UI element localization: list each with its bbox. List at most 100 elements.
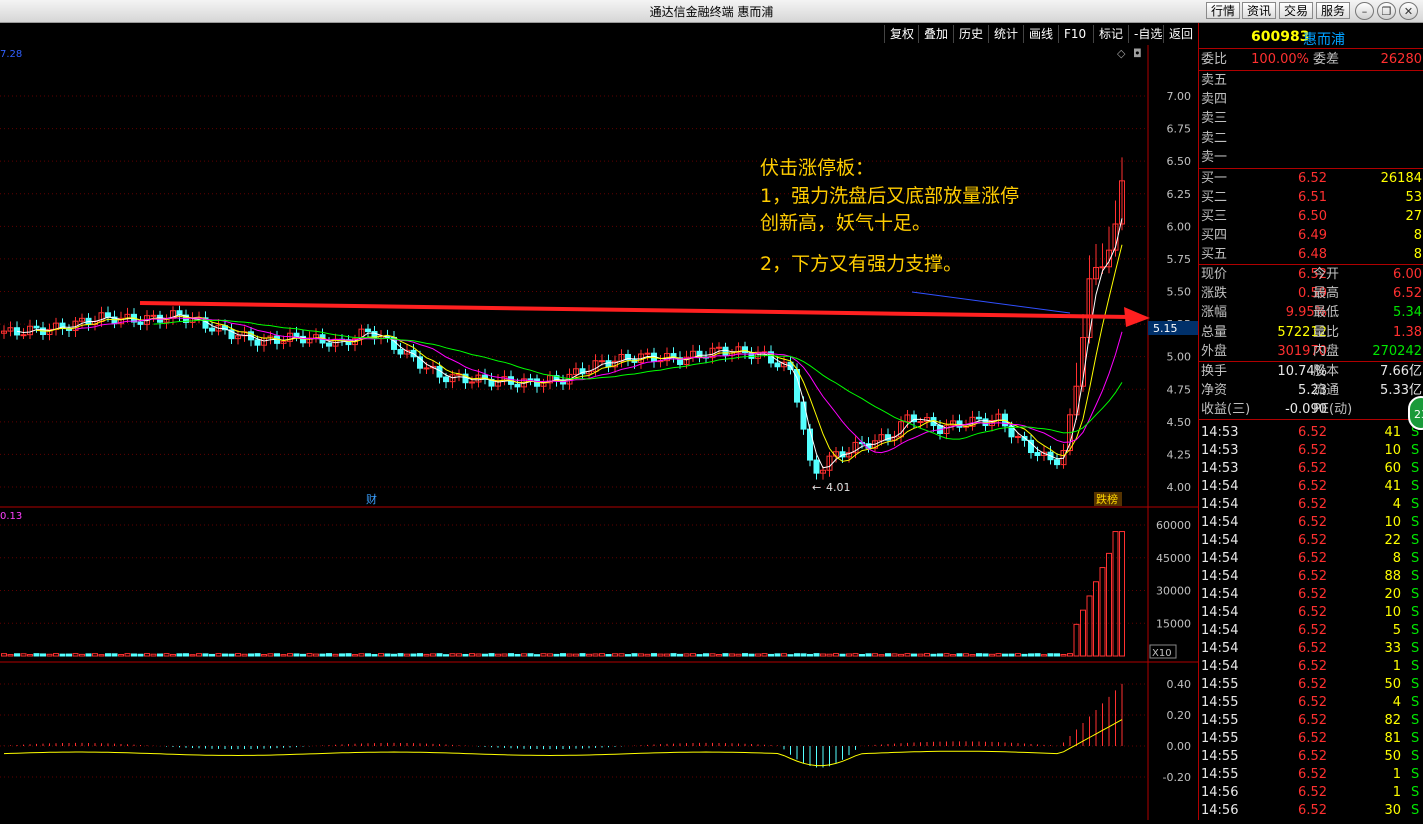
volume-bar (1099, 567, 1106, 657)
f10-button[interactable]: F10 (1058, 25, 1091, 43)
fuquan-button[interactable]: 复权 (884, 25, 919, 43)
volume-bar (755, 653, 761, 657)
volume-bar (547, 653, 553, 657)
tick-price: 6.52 (1298, 677, 1327, 692)
volume-bar (72, 653, 79, 657)
volume-bar (274, 653, 280, 657)
fuwu-button[interactable]: 服务 (1316, 2, 1351, 19)
tick-time: 14:54 (1201, 515, 1239, 530)
lishi-button[interactable]: 历史 (953, 25, 988, 43)
volume-bar (163, 653, 170, 657)
volume-bar (878, 654, 885, 657)
panel-toggle-icon[interactable]: ◘ (1133, 47, 1142, 60)
huaxian-button[interactable]: 画线 (1023, 25, 1058, 43)
volume-bar (475, 653, 482, 657)
volume-bar (1008, 653, 1015, 657)
bid-label: 买一 (1201, 171, 1228, 186)
candle-body (326, 342, 332, 347)
volume-bar (761, 653, 768, 657)
candle-body (813, 459, 820, 474)
volume-bar (1106, 552, 1112, 657)
volume-bar (1054, 653, 1060, 657)
quote-label: 外盘 (1201, 343, 1228, 359)
volume-bar (924, 653, 930, 657)
fundamental-value: 7.66亿 (1380, 364, 1422, 379)
volume-bar (482, 653, 488, 657)
tick-row: 14:53 6.52 10 S (1201, 441, 1422, 460)
volume-bar (404, 653, 410, 657)
tongji-button[interactable]: 统计 (988, 25, 1023, 43)
volume-bar (553, 653, 560, 657)
tick-volume: 1 (1392, 767, 1401, 782)
volume-bar (742, 653, 748, 657)
fanhui-button[interactable]: 返回 (1163, 25, 1198, 43)
volume-bar (313, 653, 319, 657)
tick-side: S (1411, 569, 1420, 584)
tick-price: 6.52 (1298, 425, 1327, 440)
volume-axis-label: 45000 (1156, 552, 1191, 565)
candle-body (527, 378, 534, 381)
volume-bar (495, 653, 501, 657)
tick-price: 6.52 (1298, 803, 1327, 818)
dieband-marker[interactable]: 跌榜 (1096, 492, 1118, 506)
tick-time: 14:54 (1201, 533, 1239, 548)
volume-bar (885, 653, 891, 657)
volume-bar (150, 653, 157, 657)
tick-row: 14:55 6.52 50 S (1201, 675, 1422, 694)
volume-bar (1041, 654, 1047, 657)
badge-icon[interactable]: 23 (1408, 396, 1423, 430)
volume-bar (631, 653, 638, 657)
tick-price: 6.52 (1298, 605, 1327, 620)
macd-axis-label: -0.20 (1163, 771, 1191, 784)
volume-bar (222, 653, 228, 657)
tick-price: 6.52 (1298, 515, 1327, 530)
biaoji-button[interactable]: 标记 (1093, 25, 1128, 43)
zixun-button[interactable]: 资讯 (1242, 2, 1277, 19)
volume-bar (774, 653, 781, 657)
current-price-tag: 5.15 (1153, 322, 1178, 335)
price-axis-label: 4.50 (1167, 416, 1192, 429)
candle-body (33, 325, 40, 329)
volume-bar (469, 653, 475, 657)
volume-bar (852, 653, 859, 657)
close-icon[interactable]: ✕ (1399, 2, 1418, 20)
price-axis-label: 6.75 (1167, 123, 1192, 136)
minimize-icon[interactable]: – (1355, 2, 1374, 20)
tick-price: 6.52 (1298, 713, 1327, 728)
quote-label: 总量 (1201, 324, 1228, 340)
volume-bar (573, 653, 579, 657)
tick-volume: 41 (1384, 425, 1401, 440)
kline-chart-area[interactable]: 7.006.756.506.256.005.755.505.255.004.75… (0, 45, 1198, 820)
volume-bar (66, 653, 72, 657)
volume-bar (683, 653, 690, 657)
volume-bar (105, 653, 111, 657)
annotation-line3: 创新高，妖气十足。 (760, 212, 932, 234)
quote-value: 5.34 (1393, 305, 1422, 321)
volume-bar (716, 654, 722, 657)
kline-chart[interactable]: 7.006.756.506.256.005.755.505.255.004.75… (0, 45, 1198, 820)
hq-button[interactable]: 行情 (1206, 2, 1241, 19)
volume-bar (352, 654, 358, 657)
volume-bar (124, 653, 131, 657)
volume-bar (111, 653, 118, 657)
diejia-button[interactable]: 叠加 (918, 25, 953, 43)
tick-time: 14:55 (1201, 767, 1239, 782)
volume-bar (79, 653, 85, 657)
volume-bar (430, 653, 436, 657)
tick-price: 6.52 (1298, 443, 1327, 458)
tick-volume: 50 (1384, 677, 1401, 692)
quote-label: 今开 (1313, 267, 1340, 282)
bid-price: 6.48 (1298, 247, 1327, 262)
volume-bar (261, 654, 267, 657)
macd-dea-line (3, 719, 1123, 767)
jiaoyi-button[interactable]: 交易 (1279, 2, 1314, 19)
finance-marker[interactable]: 财 (366, 492, 377, 506)
volume-bar (514, 653, 521, 657)
restore-icon[interactable]: ❐ (1377, 2, 1396, 20)
zixuan-button[interactable]: -自选 (1128, 25, 1167, 43)
volume-bar (865, 653, 872, 657)
diamond-icon[interactable]: ◇ (1117, 47, 1126, 60)
volume-bar (527, 653, 534, 657)
volume-bar (85, 653, 92, 657)
volume-bar (306, 653, 313, 657)
